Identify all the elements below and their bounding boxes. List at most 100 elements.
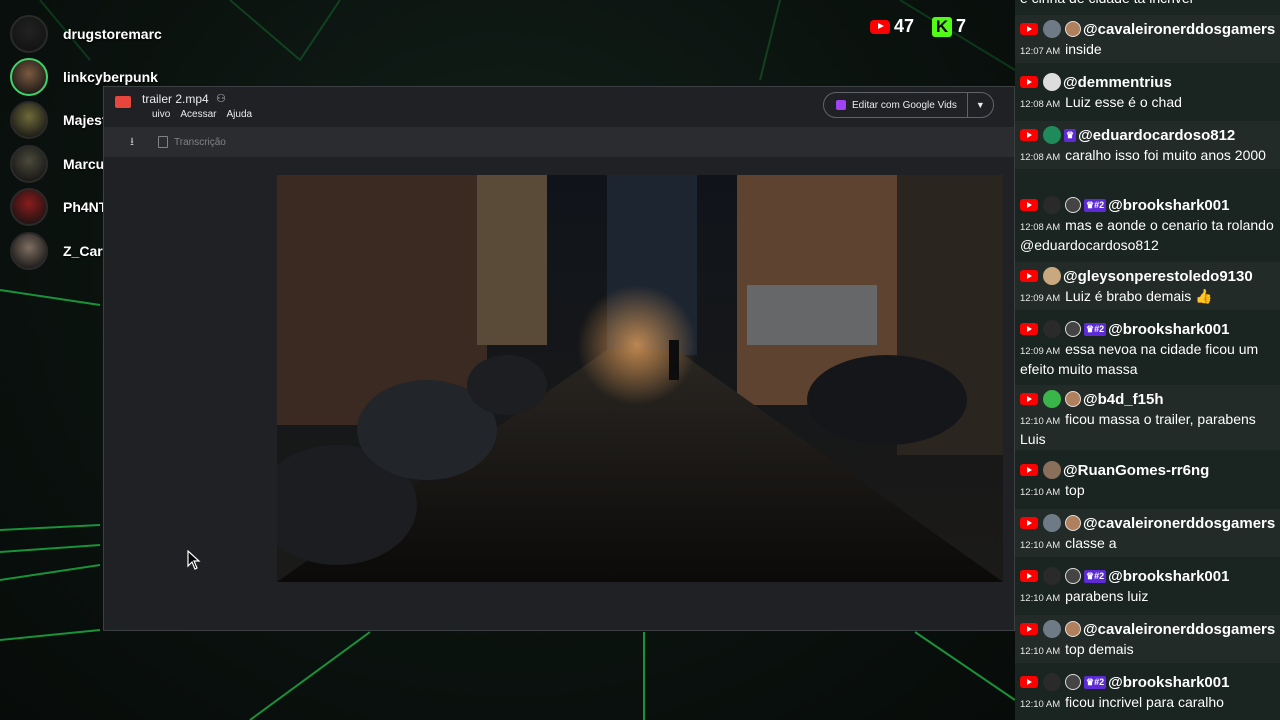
youtube-viewer-count: 47 [870,16,914,37]
chat-timestamp: 12:10 AM [1020,699,1061,710]
chat-message-header: @demmentrius [1018,70,1276,94]
avatar [1043,461,1061,479]
menu-item-ajuda[interactable]: Ajuda [226,109,252,120]
avatar [1043,196,1061,214]
avatar [1043,390,1061,408]
crown-badge-icon: ♛ [1064,128,1077,142]
member-badge-icon [1065,568,1081,584]
chat-message-header: @gleysonperestoledo9130 [1018,264,1276,288]
chat-message: ♛#2 @brookshark001 12:10 AM ficou incrivel … [1015,668,1280,716]
menu-item-acessar[interactable]: Acessar [180,109,216,120]
chat-message: @RuanGomes-rr6ng 12:10 AM top [1015,456,1280,504]
transcript-button[interactable]: Transcrição [158,136,226,148]
chat-message: @cavaleironerddosgamers 12:07 AM inside [1015,15,1280,63]
chat-username[interactable]: @brookshark001 [1108,197,1229,214]
video-player[interactable] [277,175,1003,582]
chevron-down-icon[interactable]: ▼ [966,93,993,117]
youtube-icon [1020,76,1038,88]
avatar [1043,320,1061,338]
chat-username[interactable]: @RuanGomes-rr6ng [1063,462,1209,479]
chat-message-body: 12:09 AM Luiz é brabo demais 👍 [1018,288,1276,308]
avatar [1043,673,1061,691]
chat-timestamp: 12:08 AM [1020,222,1061,233]
chat-username[interactable]: @gleysonperestoledo9130 [1063,268,1253,285]
chat-timestamp: 12:10 AM [1020,416,1061,427]
viewer-counters: 47 K 7 [870,16,966,37]
youtube-icon [1020,393,1038,405]
chat-message-header: @cavaleironerddosgamers [1018,17,1276,41]
chat-username[interactable]: @brookshark001 [1108,568,1229,585]
member-badge-icon [1065,621,1081,637]
youtube-icon [1020,270,1038,282]
avatar [1043,567,1061,585]
shared-icon[interactable]: ⚇ [216,92,226,105]
avatar [10,188,48,227]
chat-username[interactable]: @brookshark001 [1108,321,1229,338]
youtube-icon [1020,23,1038,35]
youtube-icon [870,19,890,34]
transcript-icon [158,136,168,148]
chat-message-body: 12:07 AM inside [1018,41,1276,61]
member-badge-icon [1065,197,1081,213]
chat-message-header: ♛#2 @brookshark001 [1018,317,1276,341]
chat-message-body: 12:10 AM top [1018,482,1276,502]
download-icon[interactable]: ⭳ [122,133,142,152]
chat-username[interactable]: @b4d_f15h [1083,391,1163,408]
chat-message-header: @b4d_f15h [1018,387,1276,411]
stream-background: drugstoremarclinkcyberpunkMajesty FasalM… [0,0,1015,720]
member-badge-icon [1065,515,1081,531]
chat-partial-message: e cinna de cidade ta incrivel [1015,0,1280,10]
youtube-icon [1020,517,1038,529]
google-vids-icon [836,100,846,110]
avatar [1043,20,1061,38]
viewer-menu: uivo Acessar Ajuda [152,109,252,120]
chat-message: @cavaleironerddosgamers 12:10 AM classe a [1015,509,1280,557]
chat-message: @b4d_f15h 12:10 AM ficou massa o trailer, … [1015,385,1280,450]
chat-username[interactable]: @cavaleironerddosgamers [1083,621,1275,638]
chat-timestamp: 12:08 AM [1020,152,1061,163]
video-frame-night-street [277,175,1003,582]
chat-message-body: 12:10 AM ficou incrivel para caralho [1018,694,1276,714]
chat-message-header: ♛#2 @brookshark001 [1018,193,1276,217]
participant-name: drugstoremarc [63,25,162,42]
edit-with-vids-label: Editar com Google Vids [852,99,957,111]
viewer-toolbar: ⭳ Transcrição [104,127,1014,157]
avatar [10,101,48,140]
chat-message-text: caralho isso foi muito anos 2000 [1065,147,1266,163]
chat-message: ♛#2 @brookshark001 12:10 AM parabens luiz [1015,562,1280,610]
youtube-icon [1020,464,1038,476]
participant-name: linkcyberpunk [63,69,158,86]
chat-message-text: parabens luiz [1065,588,1149,604]
chat-username[interactable]: @eduardocardoso812 [1078,127,1235,144]
chat-message: @demmentrius 12:08 AM Luiz esse é o chad [1015,68,1280,116]
chat-username[interactable]: @demmentrius [1063,74,1172,91]
live-chat-panel[interactable]: e cinna de cidade ta incrivel @cavaleiron… [1015,0,1280,720]
youtube-icon [1020,570,1038,582]
chat-message-body: 12:10 AM classe a [1018,535,1276,555]
chat-username[interactable]: @cavaleironerddosgamers [1083,515,1275,532]
mouse-cursor-icon [187,550,201,570]
chat-timestamp: 12:10 AM [1020,487,1061,498]
chat-message-header: ♛ @eduardocardoso812 [1018,123,1276,147]
avatar [1043,126,1061,144]
menu-item-arquivo[interactable]: uivo [152,109,170,120]
chat-message-header: @cavaleironerddosgamers [1018,617,1276,641]
avatar [10,14,48,53]
viewer-header: trailer 2.mp4 ⚇ uivo Acessar Ajuda Edita… [104,87,1014,127]
chat-username[interactable]: @brookshark001 [1108,674,1229,691]
chat-message-body: 12:10 AM ficou massa o trailer, parabens … [1018,411,1276,448]
chat-username[interactable]: @cavaleironerddosgamers [1083,21,1275,38]
avatar [10,144,48,183]
chat-timestamp: 12:08 AM [1020,99,1061,110]
kick-viewer-count: K 7 [932,16,966,37]
chat-message-text: Luiz é brabo demais 👍 [1065,288,1213,304]
chat-message-header: @cavaleironerddosgamers [1018,511,1276,535]
member-badge-icon [1065,321,1081,337]
crown-badge-icon: ♛#2 [1084,322,1107,336]
drive-video-viewer[interactable]: trailer 2.mp4 ⚇ uivo Acessar Ajuda Edita… [103,86,1015,631]
chat-timestamp: 12:10 AM [1020,593,1061,604]
video-file-icon [115,96,131,108]
avatar [1043,73,1061,91]
edit-with-vids-button[interactable]: Editar com Google Vids ▼ [823,92,994,118]
member-badge-icon [1065,391,1081,407]
